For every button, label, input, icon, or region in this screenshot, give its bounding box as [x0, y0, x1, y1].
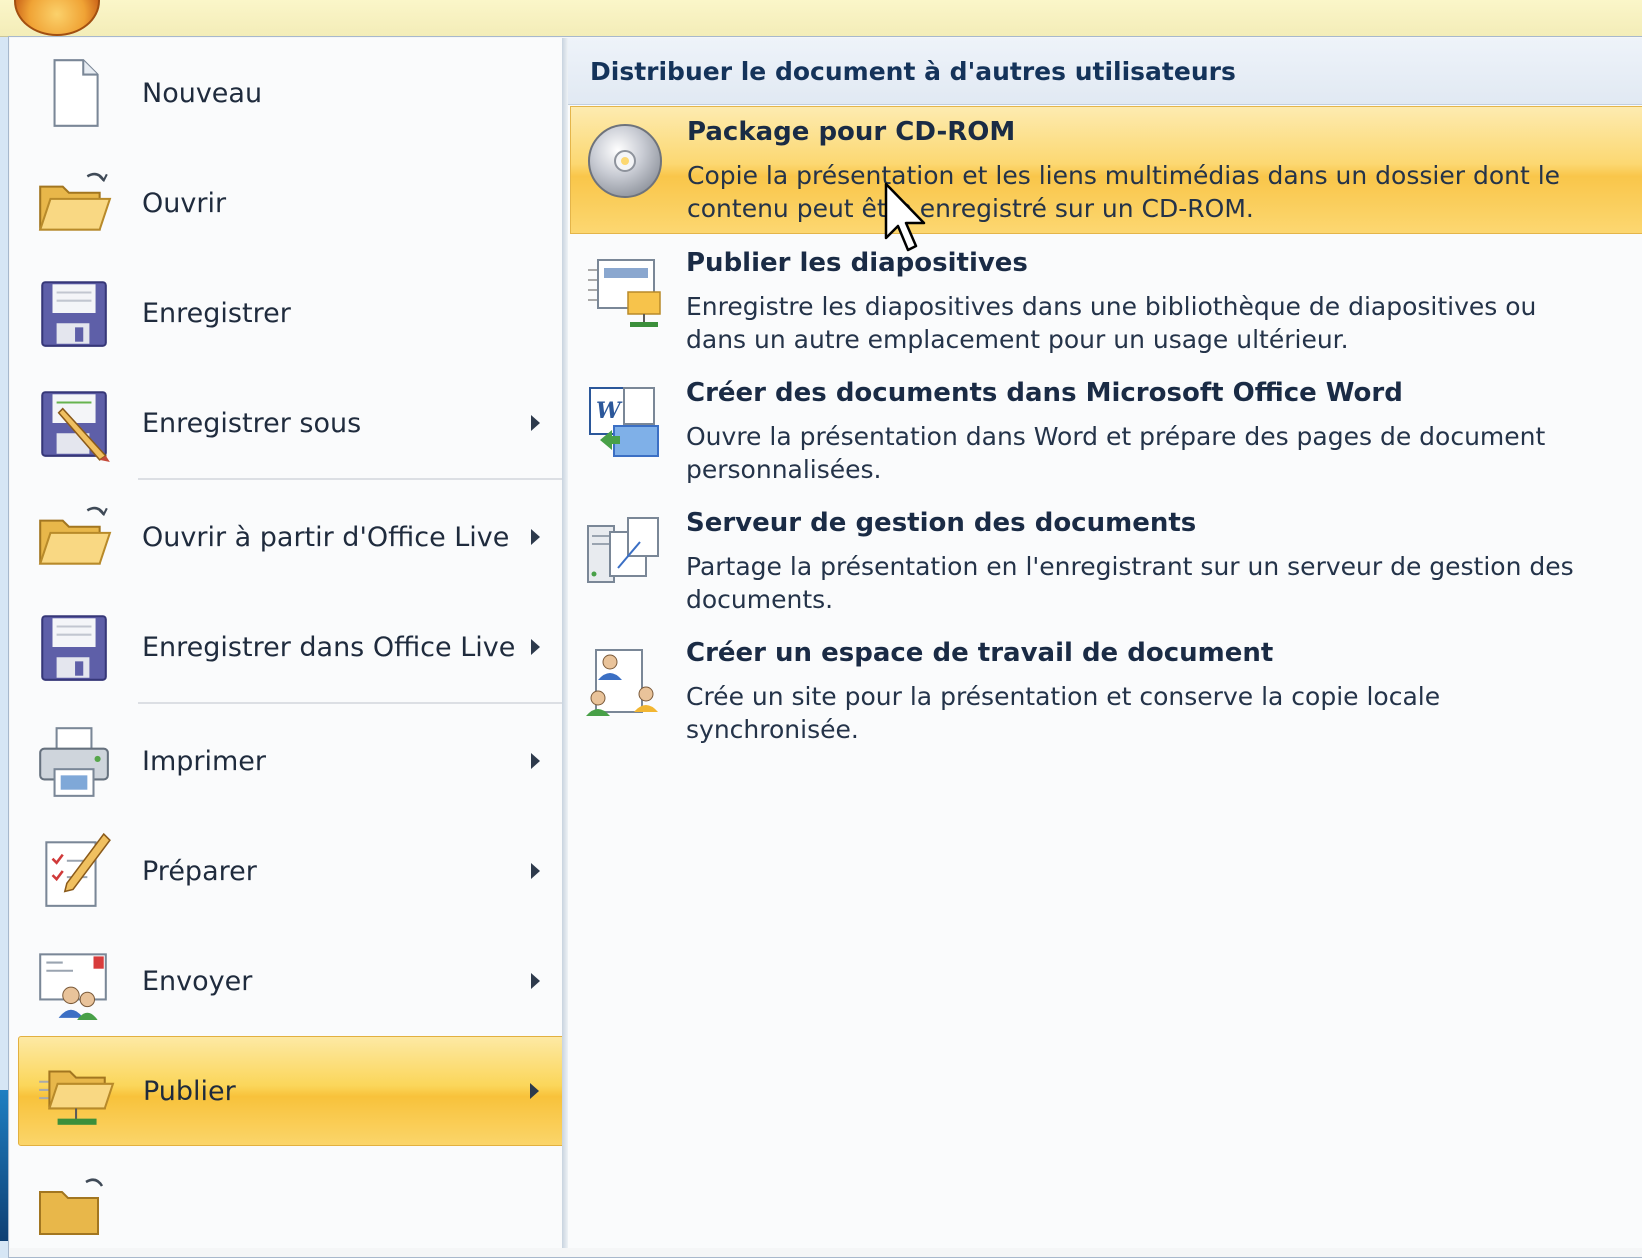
menu-item-ouvrir[interactable]: Ouvrir: [18, 148, 568, 258]
submenu-item-word-documents[interactable]: W Créer des documents dans Microsoft Off…: [570, 368, 1642, 494]
submenu-header: Distribuer le document à d'autres utilis…: [568, 38, 1642, 105]
menu-item-envoyer[interactable]: Envoyer: [18, 926, 568, 1036]
menu-item-label: Ouvrir à partir d'Office Live: [142, 521, 510, 553]
word-handouts-icon: W: [589, 387, 659, 457]
submenu-item-document-server[interactable]: Serveur de gestion des documents Partage…: [570, 498, 1642, 624]
menu-separator: [138, 702, 568, 704]
submenu-item-description: Partage la présentation en l'enregistran…: [686, 552, 1574, 614]
submenu-item-description: Crée un site pour la présentation et con…: [686, 682, 1441, 744]
menu-item-label: Enregistrer sous: [142, 407, 362, 439]
submenu-item-title: Package pour CD-ROM: [687, 117, 1016, 147]
submenu-title: Distribuer le document à d'autres utilis…: [590, 57, 1236, 86]
left-menu: Nouveau Ouvrir Enregistrer Enregistrer s…: [10, 38, 568, 1248]
menu-item-ouvrir-office-live[interactable]: Ouvrir à partir d'Office Live: [18, 482, 568, 592]
submenu-item-package-cd[interactable]: Package pour CD-ROM Copie la présentatio…: [570, 106, 1642, 234]
submenu-arrow-icon: [531, 753, 540, 769]
submenu-arrow-icon: [531, 863, 540, 879]
publish-folder-icon: [39, 1070, 115, 1125]
floppy-disk-icon: [41, 615, 107, 681]
submenu-item-document-workspace[interactable]: Créer un espace de travail de document C…: [570, 628, 1642, 754]
close-folder-icon: [39, 1178, 104, 1235]
submenu-item-title: Créer un espace de travail de document: [686, 638, 1274, 668]
workspace-users-icon: [586, 649, 658, 716]
submenu-arrow-icon: [531, 529, 540, 545]
submenu-item-description: Ouvre la présentation dans Word et prépa…: [686, 422, 1546, 484]
svg-text:W: W: [596, 398, 623, 424]
menu-item-enregistrer-sous[interactable]: Enregistrer sous: [18, 368, 568, 478]
submenu-arrow-icon: [531, 973, 540, 989]
menu-item-label: Imprimer: [142, 745, 267, 777]
menu-item-label: Ouvrir: [142, 187, 227, 219]
submenu-item-title: Publier les diapositives: [686, 248, 1028, 278]
open-folder-icon: [38, 506, 112, 565]
open-folder-icon: [38, 172, 112, 231]
submenu-item-title: Serveur de gestion des documents: [686, 508, 1197, 538]
submenu-item-description: Copie la présentation et les liens multi…: [687, 161, 1561, 223]
mouse-pointer-icon: [884, 182, 926, 252]
submenu-arrow-icon: [531, 415, 540, 431]
menu-item-imprimer[interactable]: Imprimer: [18, 706, 568, 816]
menu-item-enregistrer-office-live[interactable]: Enregistrer dans Office Live: [18, 592, 568, 702]
menu-item-enregistrer[interactable]: Enregistrer: [18, 258, 568, 368]
submenu-item-description: Enregistre les diapositives dans une bib…: [686, 292, 1537, 354]
title-bar: [0, 0, 1642, 37]
save-as-icon: [41, 391, 110, 462]
new-document-icon: [53, 59, 99, 127]
menu-item-nouveau[interactable]: Nouveau: [18, 38, 568, 148]
cd-rom-icon: [588, 124, 662, 198]
submenu-item-publish-slides[interactable]: Publier les diapositives Enregistre les …: [570, 238, 1642, 364]
menu-item-label: Enregistrer: [142, 297, 291, 329]
publish-slides-icon: [588, 259, 661, 327]
menu-separator: [138, 478, 568, 480]
publish-submenu: Distribuer le document à d'autres utilis…: [568, 38, 1642, 1248]
printer-icon: [39, 727, 109, 797]
prepare-document-icon: [45, 832, 111, 907]
menu-item-label: Enregistrer dans Office Live: [142, 631, 516, 663]
send-users-icon: [39, 953, 107, 1020]
menu-item-publier[interactable]: Publier: [18, 1036, 568, 1146]
floppy-disk-icon: [41, 281, 107, 347]
submenu-arrow-icon: [530, 1083, 539, 1099]
submenu-item-title: Créer des documents dans Microsoft Offic…: [686, 378, 1403, 408]
submenu-arrow-icon: [531, 639, 540, 655]
menu-item-label: Publier: [143, 1075, 236, 1107]
menu-item-label: Préparer: [142, 855, 257, 887]
document-server-icon: [587, 517, 659, 583]
menu-item-label: Nouveau: [142, 77, 263, 109]
menu-item-preparer[interactable]: Préparer: [18, 816, 568, 926]
menu-item-label: Envoyer: [142, 965, 253, 997]
